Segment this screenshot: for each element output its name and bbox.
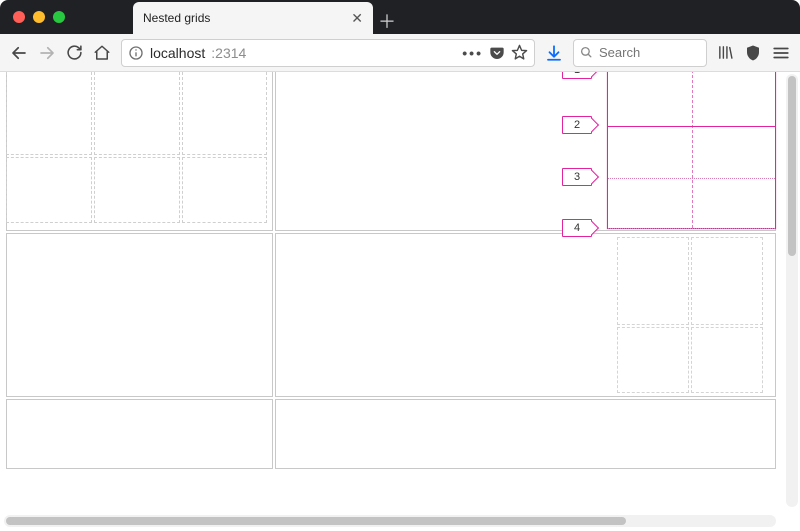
tabs: Nested grids ✕ ＋: [133, 0, 401, 34]
window-minimize-button[interactable]: [33, 11, 45, 23]
window-close-button[interactable]: [13, 11, 25, 23]
inspector-gridline: [608, 126, 775, 127]
inspector-gridline: [692, 72, 693, 228]
downloads-icon[interactable]: [545, 44, 563, 62]
home-button[interactable]: [93, 44, 111, 62]
new-tab-button[interactable]: ＋: [373, 8, 401, 34]
reload-button[interactable]: [66, 44, 83, 61]
subgrid-cell: [691, 237, 763, 325]
search-box[interactable]: [573, 39, 707, 67]
grid-line-tag[interactable]: 2: [562, 116, 592, 134]
subgrid-cell: [182, 157, 267, 223]
subgrid-dashed: [6, 72, 267, 223]
subgrid-dashed: [617, 237, 765, 393]
tab-active[interactable]: Nested grids ✕: [133, 2, 373, 34]
inspector-outline: [607, 72, 776, 229]
vertical-scrollbar[interactable]: [786, 74, 798, 507]
plus-icon: ＋: [378, 8, 396, 34]
back-button[interactable]: [10, 44, 28, 62]
inspector-gridline: [608, 228, 775, 229]
window-controls: [0, 0, 78, 34]
page-content: 1 2 3 4: [0, 72, 784, 511]
subgrid-cell: [617, 237, 689, 325]
grid-line-tag[interactable]: 4: [562, 219, 592, 237]
url-host: localhost: [150, 45, 205, 61]
grid-cell: [6, 399, 273, 469]
toolbar: localhost :2314 •••: [0, 34, 800, 72]
subgrid-cell: [617, 327, 689, 393]
subgrid-cell: [94, 157, 180, 223]
url-port: :2314: [211, 45, 246, 61]
grid-line-tag[interactable]: 1: [562, 72, 592, 79]
subgrid-cell: [6, 157, 92, 223]
grid-line-tag[interactable]: 3: [562, 168, 592, 186]
hamburger-menu-icon[interactable]: [772, 44, 790, 62]
subgrid-cell: [691, 327, 763, 393]
scrollbar-thumb[interactable]: [788, 76, 796, 256]
grid-cell: [275, 399, 776, 469]
viewport: 1 2 3 4: [0, 72, 800, 531]
grid-cell: [6, 233, 273, 397]
search-icon: [580, 46, 593, 59]
pocket-icon[interactable]: [489, 45, 505, 61]
page-actions-icon[interactable]: •••: [462, 45, 483, 61]
library-icon[interactable]: [717, 44, 734, 61]
subgrid-cell: [94, 72, 180, 155]
scrollbar-thumb[interactable]: [6, 517, 626, 525]
subgrid-cell: [6, 72, 92, 155]
horizontal-scrollbar[interactable]: [4, 515, 776, 527]
tab-title: Nested grids: [143, 11, 343, 25]
inspector-gridline: [608, 178, 775, 179]
site-info-icon[interactable]: [128, 45, 144, 61]
shield-icon[interactable]: [744, 44, 762, 62]
subgrid-cell: [182, 72, 267, 155]
window-zoom-button[interactable]: [53, 11, 65, 23]
tab-bar: Nested grids ✕ ＋: [0, 0, 800, 34]
browser-window: Nested grids ✕ ＋ localhost :2314: [0, 0, 800, 531]
url-bar[interactable]: localhost :2314 •••: [121, 39, 535, 67]
tab-close-icon[interactable]: ✕: [351, 10, 363, 27]
bookmark-star-icon[interactable]: [511, 44, 528, 61]
forward-button[interactable]: [38, 44, 56, 62]
